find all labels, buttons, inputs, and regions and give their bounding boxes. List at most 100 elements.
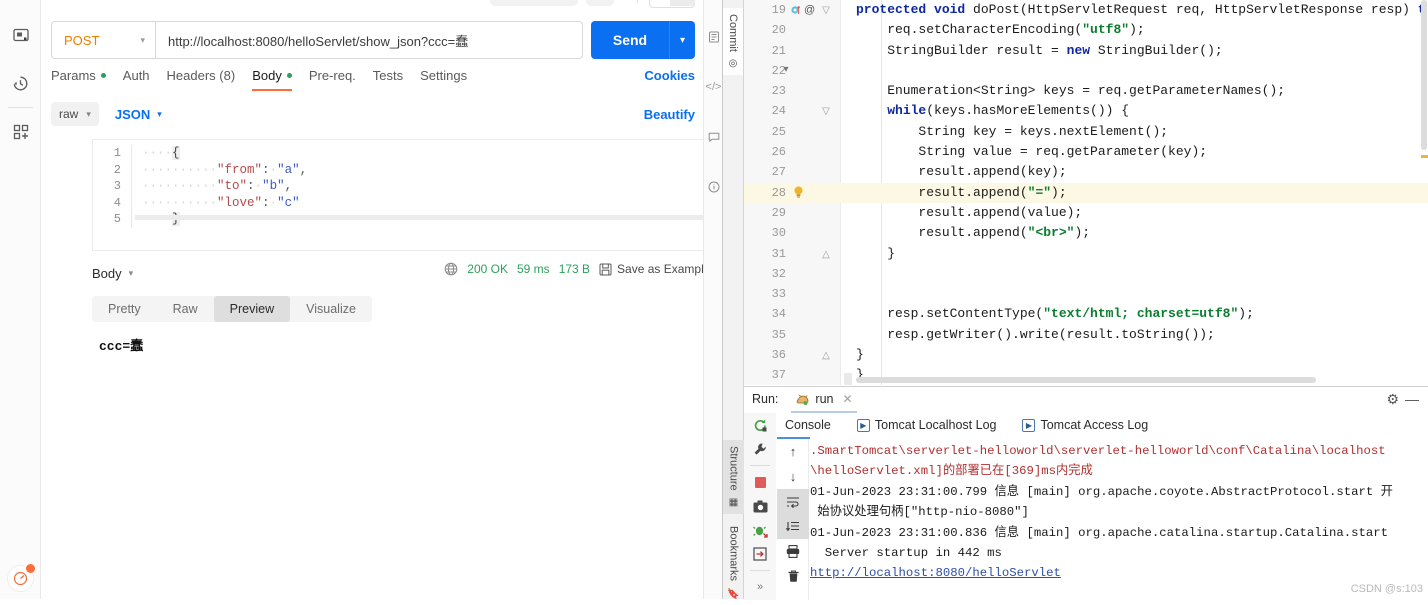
save-as-example-button[interactable]: Save as Example <box>599 262 710 276</box>
body-mode-select[interactable]: raw ▾ <box>51 102 99 126</box>
beautify-link[interactable]: Beautify <box>644 107 695 122</box>
save-icon <box>599 263 612 276</box>
run-configuration-tab[interactable]: run ✕ <box>791 387 857 413</box>
arrow-up-icon[interactable]: ↑ <box>777 439 809 464</box>
line-code: Enumeration<String> keys = req.getParame… <box>856 83 1286 99</box>
fold-handle-end-icon[interactable]: △ <box>820 346 832 366</box>
documentation-icon[interactable] <box>704 22 723 52</box>
subtab-tomcat-access-log[interactable]: ▶ Tomcat Access Log <box>1014 413 1156 437</box>
export-icon[interactable] <box>744 542 776 566</box>
override-marker-icon[interactable] <box>791 5 801 15</box>
history-icon[interactable] <box>0 66 41 100</box>
subtab-label: Console <box>785 418 831 432</box>
line-number: 34 <box>771 307 786 322</box>
fold-handle-end-icon[interactable]: △ <box>820 245 832 265</box>
tab-pre-request[interactable]: Pre-req. <box>309 68 356 91</box>
arrow-down-icon[interactable]: ↓ <box>777 464 809 489</box>
line-number: 25 <box>771 124 786 139</box>
run-header: Run: run ✕ ⚙ — <box>744 387 1428 413</box>
console-output[interactable]: .SmartTomcat\serverlet-helloworld\server… <box>810 439 1428 586</box>
code-editor[interactable]: 19 @ ▽ protected void doPost(HttpServlet… <box>744 0 1428 385</box>
annotation-marker-icon[interactable]: @ <box>804 0 815 20</box>
request-body-editor[interactable]: 1 ····{ 2 ··········"from":·"a", 3 ·····… <box>92 139 734 251</box>
body-line: 3 ··········"to":·"b", <box>93 178 733 195</box>
console-link[interactable]: http://localhost:8080/helloServlet <box>810 563 1428 583</box>
print-icon[interactable] <box>777 539 809 564</box>
http-method-select[interactable]: POST ▾ <box>51 21 155 59</box>
collections-icon[interactable] <box>0 18 41 52</box>
comments-icon[interactable] <box>704 122 723 152</box>
send-button[interactable]: Send <box>591 21 669 59</box>
line-code: protected void doPost(HttpServletRequest… <box>856 2 1426 17</box>
tab-tests[interactable]: Tests <box>373 68 403 91</box>
tool-tab-commit[interactable]: Commit ◎ <box>723 8 744 75</box>
subtab-tomcat-localhost-log[interactable]: ▶ Tomcat Localhost Log <box>849 413 1005 437</box>
line-number: 2 <box>113 162 121 177</box>
cookies-link[interactable]: Cookies <box>644 68 695 83</box>
editor-lines: 19 @ ▽ protected void doPost(HttpServlet… <box>744 0 1428 385</box>
fold-handle-icon[interactable]: ▽ <box>820 1 832 21</box>
rerun-icon[interactable] <box>744 413 776 437</box>
response-body-label: Body <box>92 265 122 281</box>
trash-icon[interactable] <box>777 564 809 589</box>
tab-settings[interactable]: Settings <box>420 68 467 91</box>
body-line: 2 ··········"from":·"a", <box>93 161 733 178</box>
intention-bulb-icon[interactable] <box>794 186 803 199</box>
body-line: 4 ··········"love":·"c" <box>93 194 733 211</box>
camera-icon[interactable] <box>744 494 776 518</box>
tab-label: Headers (8) <box>166 68 236 83</box>
request-url-input[interactable]: http://localhost:8080/helloServlet/show_… <box>155 21 583 59</box>
postman-request-pane: POST ▾ http://localhost:8080/helloServle… <box>41 0 734 599</box>
line-number: 1 <box>113 146 121 161</box>
new-workspace-icon[interactable] <box>0 115 41 149</box>
request-url-value: http://localhost:8080/helloServlet/show_… <box>168 33 469 49</box>
line-number: 24 <box>771 104 786 119</box>
send-options-chevron-down-icon[interactable]: ▾ <box>669 21 695 59</box>
code-line: 19 @ ▽ protected void doPost(HttpServlet… <box>744 0 1428 20</box>
subtab-console[interactable]: Console <box>777 413 839 439</box>
debug-icon[interactable] <box>744 518 776 542</box>
editor-vertical-scrollbar[interactable] <box>1421 0 1427 150</box>
code-line: 27 result.append(key); <box>744 162 1428 182</box>
tab-auth[interactable]: Auth <box>123 68 150 91</box>
tab-label: Auth <box>122 68 150 83</box>
body-format-select[interactable]: JSON ▾ <box>115 107 162 122</box>
response-header: Body ▾ 200 OK 59 ms 173 B Save as Exampl… <box>92 262 734 284</box>
response-tab-pretty[interactable]: Pretty <box>92 296 157 322</box>
editor-horizontal-scrollbar[interactable] <box>856 377 1316 383</box>
response-tab-raw[interactable]: Raw <box>157 296 214 322</box>
code-line: 32 <box>744 264 1428 284</box>
request-tabs: Params Auth Headers (8) Body Pre-req. Te… <box>51 68 695 96</box>
response-tab-preview[interactable]: Preview <box>213 296 291 322</box>
console-line: 01-Jun-2023 23:31:00.836 信息 [main] org.a… <box>810 525 1389 540</box>
chevron-down-icon: ▾ <box>86 108 91 119</box>
scroll-to-end-icon[interactable] <box>777 514 809 539</box>
minimize-icon[interactable]: — <box>1405 391 1419 407</box>
close-icon[interactable]: ✕ <box>842 392 852 406</box>
line-code: ··········"love":·"c" <box>131 194 300 211</box>
tool-tab-structure[interactable]: Structure ▦ <box>723 440 744 514</box>
tab-params[interactable]: Params <box>51 68 106 91</box>
fold-handle-icon[interactable]: ▽ <box>820 102 832 122</box>
watermark: CSDN @s:103 <box>1350 583 1423 595</box>
soft-wrap-icon[interactable] <box>777 489 809 514</box>
gear-icon[interactable]: ⚙ <box>1386 391 1399 408</box>
body-editor-hscrollbar[interactable] <box>135 215 719 220</box>
body-type-row: raw ▾ JSON ▾ Beautify <box>51 101 695 127</box>
code-snippet-icon[interactable]: </> <box>704 72 723 102</box>
response-preview-content: ccc=蠢 <box>99 339 144 354</box>
code-line: 25 String key = keys.nextElement(); <box>744 122 1428 142</box>
chevron-down-icon[interactable]: ▾ <box>129 268 134 279</box>
info-icon[interactable] <box>704 172 723 202</box>
postman-right-rail: </> <box>703 0 722 599</box>
ide-main: 19 @ ▽ protected void doPost(HttpServlet… <box>744 0 1428 600</box>
tab-body[interactable]: Body <box>252 68 292 91</box>
tool-tab-bookmarks[interactable]: Bookmarks 🔖 <box>723 520 744 605</box>
tab-headers[interactable]: Headers (8) <box>167 68 236 91</box>
ide-tool-rail: Commit ◎ Structure ▦ Bookmarks 🔖 <box>723 0 744 599</box>
expand-icon[interactable]: » <box>744 575 776 599</box>
response-tab-visualize[interactable]: Visualize <box>290 296 372 322</box>
line-number: 37 <box>771 368 786 383</box>
wrench-icon[interactable] <box>744 437 776 461</box>
stop-icon[interactable] <box>744 470 776 494</box>
